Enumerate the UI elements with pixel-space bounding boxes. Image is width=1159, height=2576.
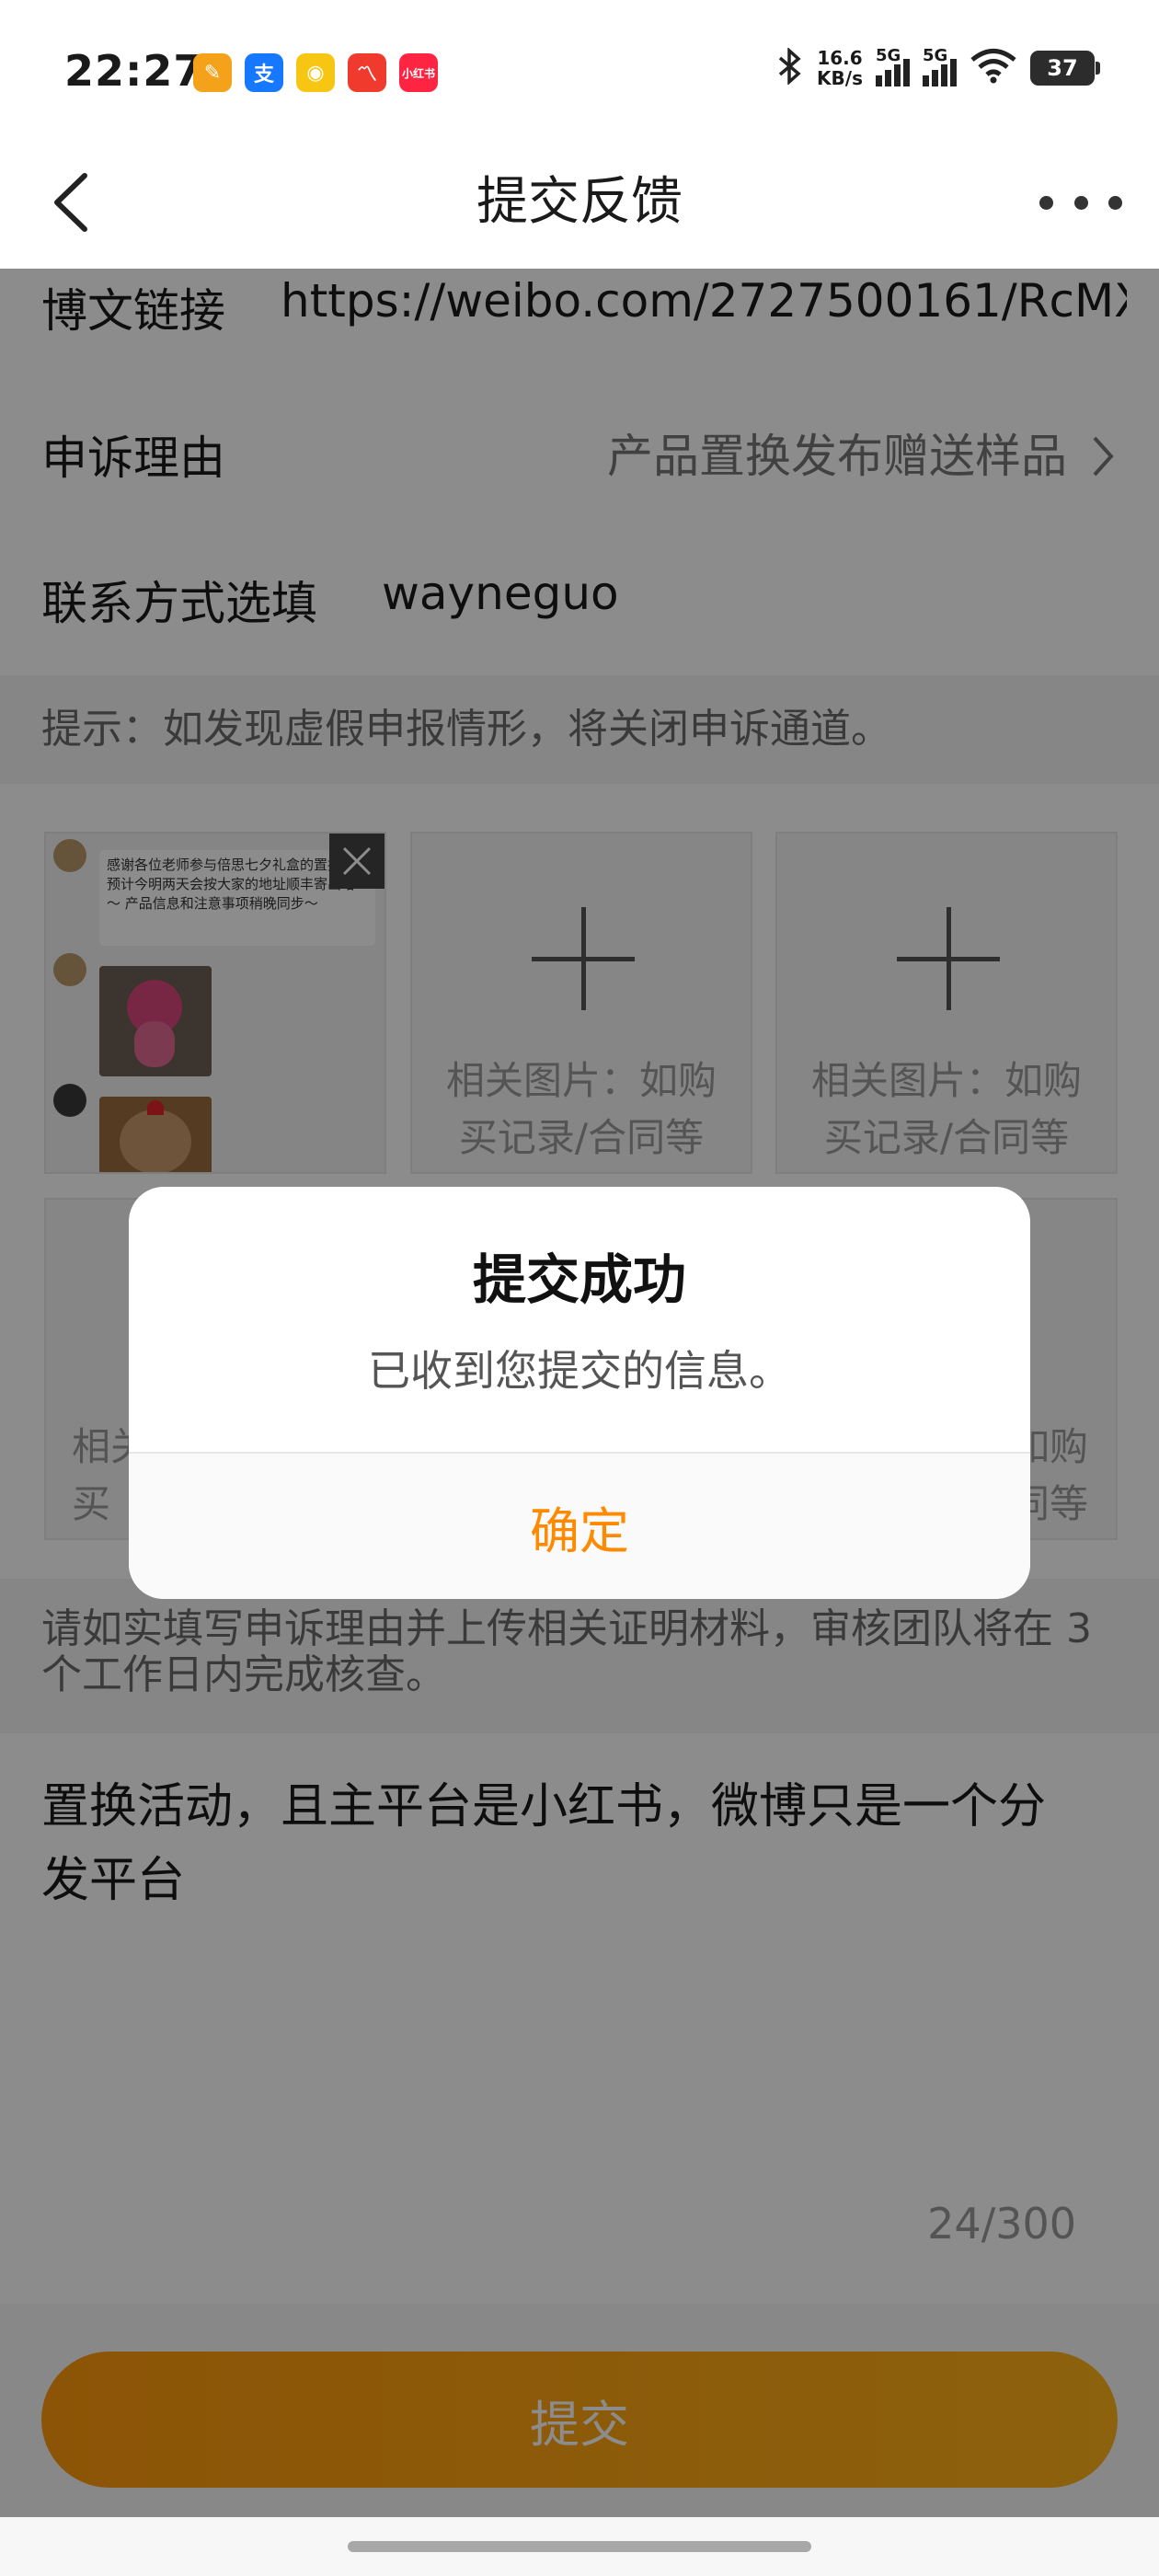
stock-icon: 〽: [348, 53, 386, 92]
confirm-button[interactable]: 确定: [129, 1454, 1030, 1599]
nav-bar: 提交反馈: [0, 138, 1159, 269]
notification-app-icons: ✎ 支 ◉ 〽小红书: [193, 53, 438, 92]
dialog-message: 已收到您提交的信息。: [368, 1346, 791, 1396]
gesture-bar-area: [0, 2517, 1159, 2576]
system-icons: 16.6 KB/s 5G 5G 37: [776, 46, 1100, 88]
alipay-icon: 支: [245, 53, 283, 92]
home-indicator[interactable]: [348, 2541, 811, 2552]
status-time: 22:27: [64, 46, 204, 96]
sim1-label: 5G: [876, 46, 901, 65]
huangye-icon: ✎: [193, 53, 232, 92]
weibo-icon: ◉: [296, 53, 335, 92]
wifi-icon: [970, 48, 1017, 88]
network-speed: 16.6 KB/s: [817, 48, 863, 88]
status-bar: 22:27 ✎ 支 ◉ 〽小红书 16.6 KB/s 5G 5G 37: [0, 0, 1159, 138]
bluetooth-icon: [776, 47, 804, 88]
dialog-title: 提交成功: [472, 1248, 686, 1311]
xiaohongshu-icon: 小红书: [399, 53, 438, 92]
success-dialog: 提交成功 已收到您提交的信息。 确定: [129, 1187, 1030, 1599]
network-speed-value: 16.6: [817, 47, 863, 69]
signal-icon-sim1: 5G: [876, 46, 910, 86]
more-options-button[interactable]: [1039, 184, 1122, 221]
sim2-label: 5G: [923, 46, 948, 65]
battery-icon: 37: [1030, 51, 1100, 86]
page-title: 提交反馈: [476, 172, 683, 232]
signal-icon-sim2: 5G: [923, 46, 957, 86]
network-speed-unit: KB/s: [817, 67, 863, 89]
